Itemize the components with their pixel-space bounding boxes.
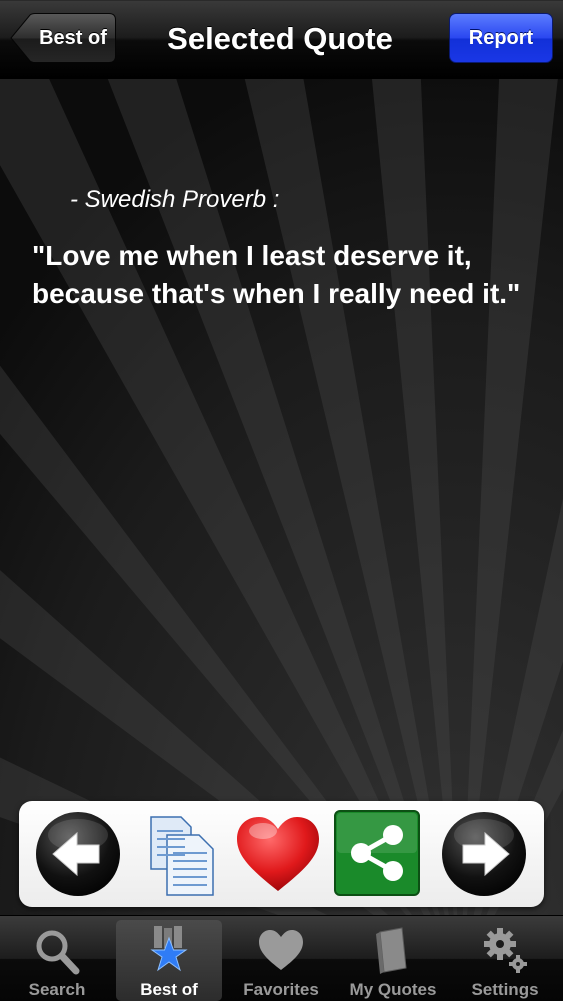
tab-label: My Quotes — [349, 980, 437, 999]
share-button[interactable] — [333, 809, 423, 899]
back-button-label: Best of — [39, 27, 107, 49]
tab-label: Settings — [471, 980, 539, 999]
copy-quote-button[interactable] — [137, 809, 227, 899]
next-quote-button[interactable] — [439, 809, 529, 899]
copy-documents-icon — [150, 816, 214, 896]
tab-bar: Search Best of Favorites My Quotes Setti… — [0, 915, 563, 1001]
tab-label: Favorites — [243, 980, 319, 999]
book-icon — [376, 927, 407, 974]
page-title: Selected Quote — [167, 21, 393, 56]
gears-icon — [484, 928, 527, 973]
previous-arrow-icon — [36, 812, 120, 896]
next-arrow-icon — [442, 812, 526, 896]
heart-icon — [237, 817, 319, 891]
tab-best-of[interactable]: Best of — [116, 920, 222, 1001]
star-books-icon — [150, 926, 188, 972]
favorite-button[interactable] — [233, 809, 323, 899]
tab-label: Best of — [140, 980, 198, 999]
back-button[interactable]: Best of — [10, 13, 116, 63]
heart-icon — [259, 930, 303, 970]
report-button[interactable]: Report — [449, 13, 553, 63]
tab-search[interactable]: Search — [4, 920, 110, 1001]
quote-author: - Swedish Proverb : — [70, 186, 280, 213]
navigation-bar: Best of Selected Quote Report — [0, 0, 563, 79]
tab-label: Search — [28, 980, 86, 999]
tab-settings[interactable]: Settings — [452, 920, 558, 1001]
quote-text: "Love me when I least deserve it, becaus… — [32, 240, 521, 309]
tab-favorites[interactable]: Favorites — [228, 920, 334, 1001]
share-icon — [334, 810, 420, 896]
previous-quote-button[interactable] — [33, 809, 123, 899]
magnifier-icon — [36, 930, 80, 975]
quote-action-toolbar — [19, 801, 544, 907]
tab-my-quotes[interactable]: My Quotes — [340, 920, 446, 1001]
